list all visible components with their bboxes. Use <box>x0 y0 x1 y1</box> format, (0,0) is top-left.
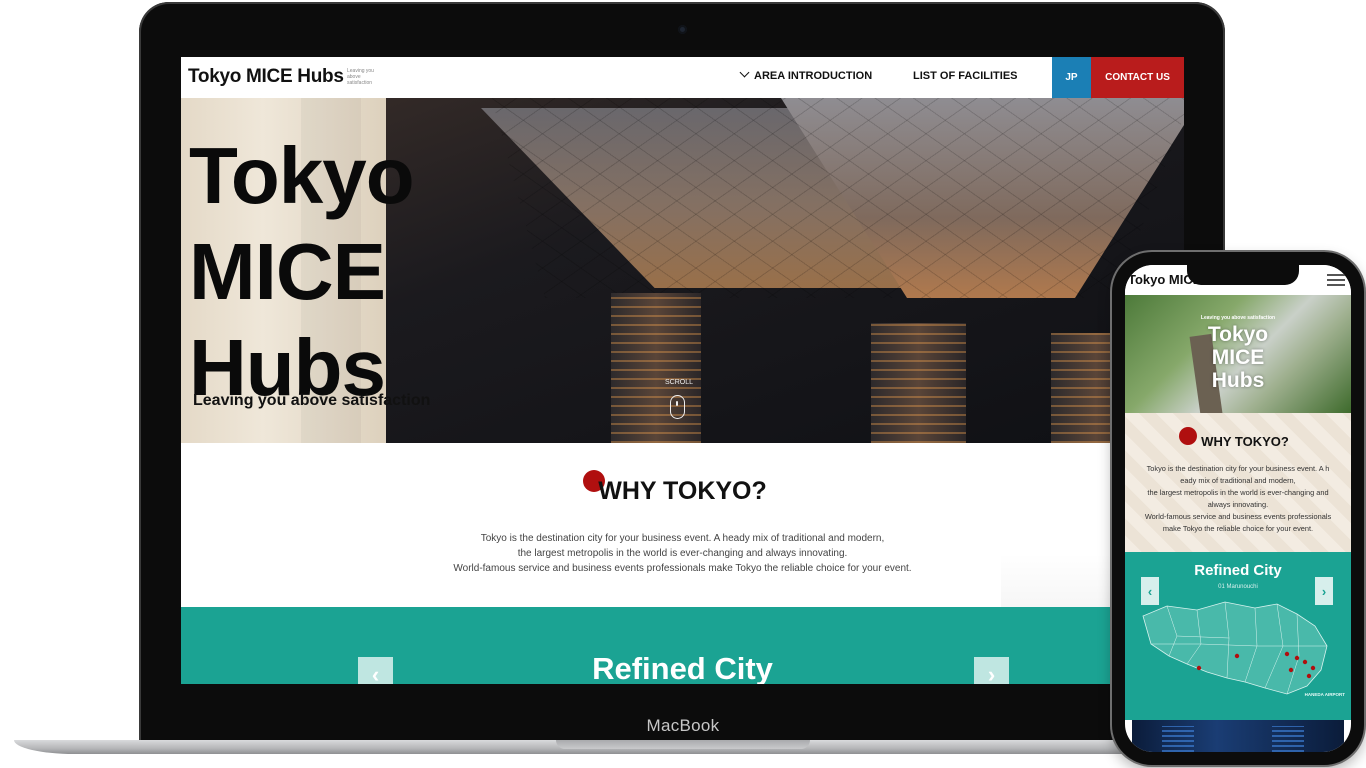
map-marker <box>1234 653 1240 659</box>
hamburger-menu-icon[interactable] <box>1327 274 1345 286</box>
hero-subtitle: Leaving you above satisfaction <box>193 392 431 409</box>
why-tokyo-title: WHY TOKYO? <box>598 477 767 505</box>
nav-list-of-facilities[interactable]: LIST OF FACILITIES <box>913 70 1018 82</box>
phone-why-tokyo-body: Tokyo is the destination city for your b… <box>1135 463 1341 535</box>
haneda-airport-label: HANEDA AIRPORT <box>1304 692 1345 697</box>
phone-why-tokyo-title: WHY TOKYO? <box>1201 434 1289 449</box>
phone-why-line: the largest metropolis in the world is e… <box>1147 488 1329 497</box>
map-marker <box>1284 651 1290 657</box>
phone-why-line: World-famous service and business events… <box>1144 512 1332 521</box>
map-marker <box>1288 667 1294 673</box>
site-logo[interactable]: Tokyo MICE Hubs <box>188 66 344 88</box>
hero-title-line: Tokyo <box>189 131 415 220</box>
contact-us-button[interactable]: CONTACT US <box>1091 57 1184 98</box>
phone-hero-title-line: MICE <box>1211 346 1265 369</box>
phone-bottom-city-image <box>1132 720 1344 752</box>
phone-why-line: always innovating. <box>1207 500 1269 509</box>
hero-building-lattice <box>491 98 1184 298</box>
map-marker <box>1302 659 1308 665</box>
refined-city-section: ‹ Refined City › <box>181 607 1184 684</box>
map-marker <box>1294 655 1300 661</box>
why-tokyo-section: WHY TOKYO? Tokyo is the destination city… <box>181 443 1184 613</box>
chevron-down-icon <box>739 67 750 78</box>
hero-building-pillar <box>611 293 701 443</box>
phone-why-tokyo-section: WHY TOKYO? Tokyo is the destination city… <box>1125 413 1351 552</box>
site-tagline: Leaving you above satisfaction <box>347 68 374 86</box>
hero-building-pillar <box>871 323 966 443</box>
phone-why-line: Tokyo is the destination city for your b… <box>1146 464 1330 473</box>
why-tokyo-line: Tokyo is the destination city for your b… <box>480 533 885 544</box>
phone-notch <box>1187 265 1299 285</box>
laptop-brand-label: MacBook <box>646 716 720 735</box>
tokyo-map-image <box>1142 601 1328 695</box>
laptop-hinge-notch <box>556 740 810 749</box>
scroll-label[interactable]: SCROLL <box>665 379 693 386</box>
laptop-screen: Tokyo MICE Hubs Leaving you above satisf… <box>181 57 1184 684</box>
hero-section: Tokyo MICE Hubs Leaving you above satisf… <box>181 98 1184 443</box>
phone-hero: Leaving you above satisfaction Tokyo MIC… <box>1125 295 1351 417</box>
language-jp-button[interactable]: JP <box>1052 57 1091 98</box>
scroll-mouse-icon[interactable] <box>670 395 685 419</box>
map-marker <box>1196 665 1202 671</box>
phone-hero-title: Tokyo MICE Hubs <box>1125 323 1351 392</box>
nav-area-introduction[interactable]: AREA INTRODUCTION <box>739 67 873 82</box>
phone-hero-title-line: Hubs <box>1211 369 1265 392</box>
map-marker <box>1310 665 1316 671</box>
refined-city-title: Refined City <box>592 651 773 684</box>
laptop-camera <box>678 25 687 34</box>
hero-title: Tokyo MICE Hubs <box>189 128 415 416</box>
phone-hero-tagline: Leaving you above satisfaction <box>1200 315 1276 321</box>
hero-title-line: MICE <box>189 227 386 316</box>
phone-why-line: eady mix of traditional and modern, <box>1180 476 1296 485</box>
phone-refined-city-section: ‹ Refined City 01 Marunouchi › HANEDA AI… <box>1125 552 1351 720</box>
phone-why-line: make Tokyo the reliable choice for your … <box>1162 524 1314 533</box>
nav-area-introduction-label: AREA INTRODUCTION <box>754 70 873 82</box>
next-arrow-button[interactable]: › <box>974 657 1009 684</box>
phone-screen: Tokyo MICE Hubs Leaving you above satisf… <box>1125 265 1351 752</box>
site-header: Tokyo MICE Hubs Leaving you above satisf… <box>181 57 1184 98</box>
map-marker <box>1306 673 1312 679</box>
phone-hero-title-line: Tokyo <box>1207 323 1269 346</box>
